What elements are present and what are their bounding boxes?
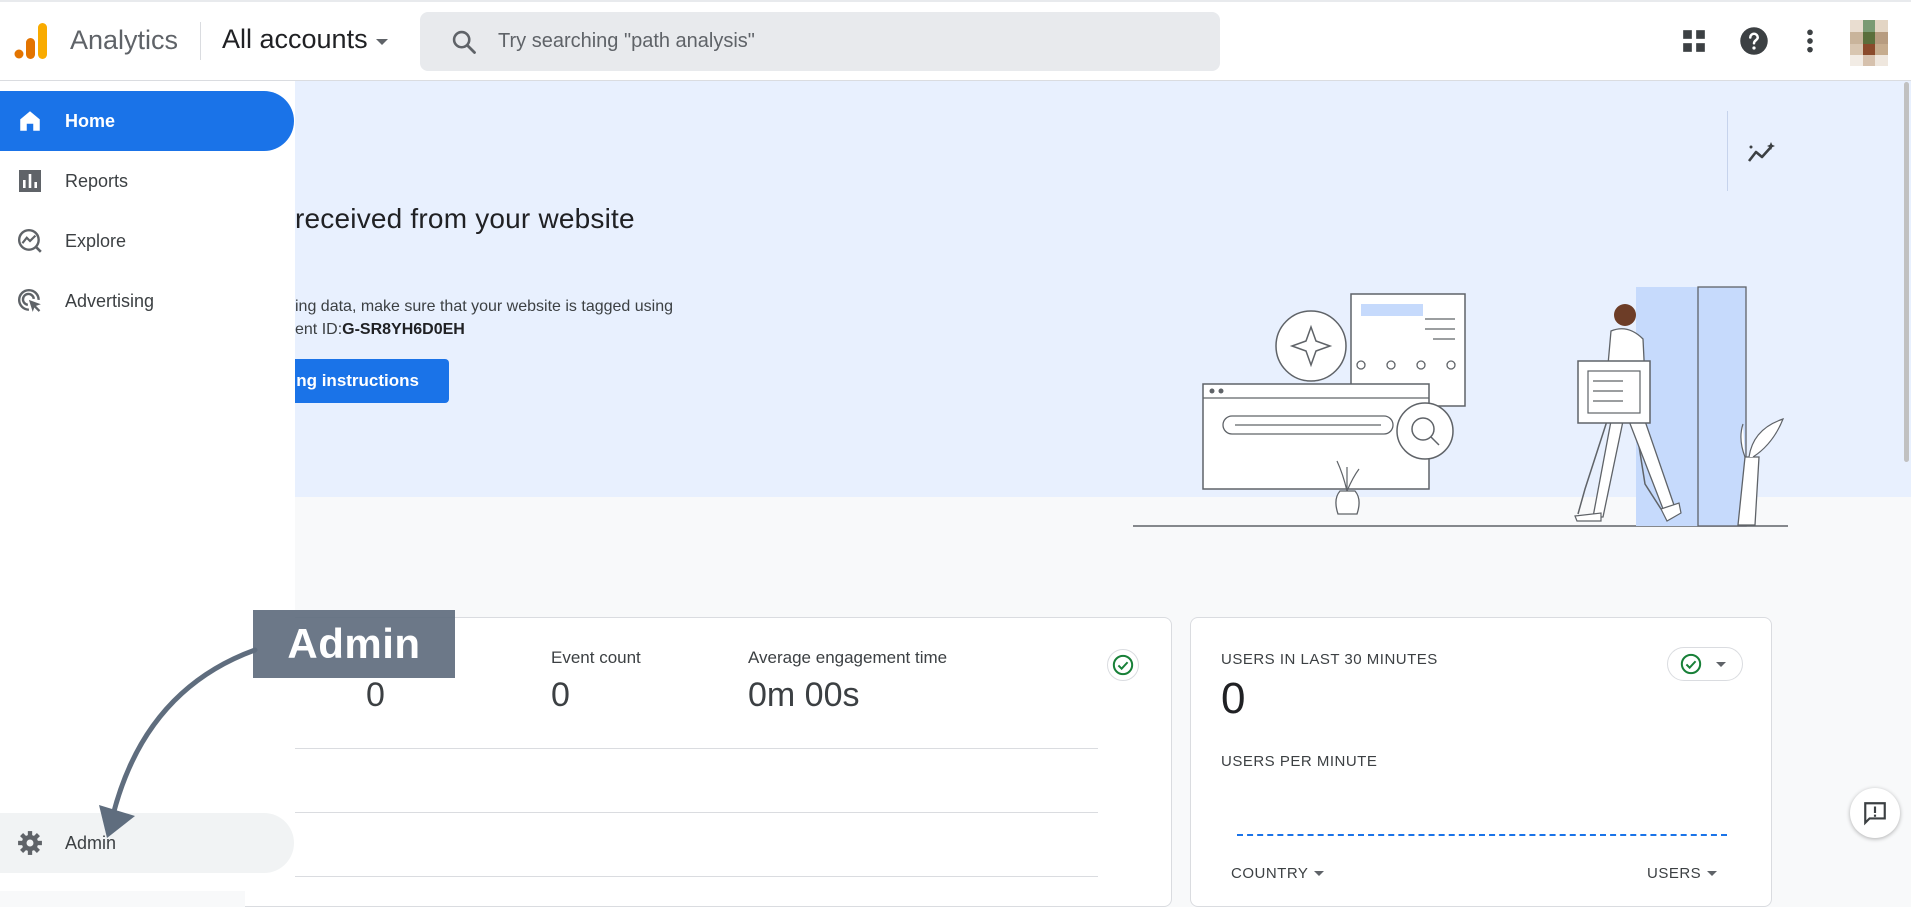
users-per-minute-label: USERS PER MINUTE [1221, 753, 1378, 770]
insights-divider [1727, 111, 1728, 191]
metric-label-engagement-time[interactable]: Average engagement time [748, 648, 947, 668]
sidebar-item-home[interactable]: Home [0, 91, 294, 151]
card-divider [245, 748, 1098, 749]
home-icon [16, 107, 44, 135]
users-per-minute-chart [1237, 834, 1727, 836]
apps-grid-button[interactable] [1675, 22, 1713, 60]
metric-value-users: 0 [366, 676, 385, 714]
status-check-button[interactable] [1107, 649, 1139, 681]
caret-down-icon [1707, 871, 1718, 876]
users-header-label: USERS [1647, 865, 1702, 882]
sidebar-item-reports[interactable]: Reports [0, 151, 294, 211]
realtime-value: 0 [1221, 674, 1246, 723]
measurement-id: G-SR8YH6D0EH [342, 321, 465, 338]
bar-chart-icon [16, 167, 44, 195]
metric-value-engagement-time: 0m 00s [748, 676, 860, 714]
users-column-header[interactable]: USERS [1647, 865, 1718, 882]
analytics-logo-icon[interactable] [14, 23, 48, 59]
admin-callout-label: Admin [253, 610, 455, 678]
explore-icon [16, 227, 44, 255]
banner-illustration [1133, 286, 1788, 527]
setup-banner: received from your website ing data, mak… [295, 81, 1911, 527]
banner-description: ing data, make sure that your website is… [295, 298, 673, 315]
account-selector[interactable]: All accounts [222, 24, 388, 55]
metric-value-event-count: 0 [551, 676, 570, 714]
gear-icon [16, 829, 44, 857]
tagging-instructions-button[interactable]: ng instructions [295, 359, 449, 403]
sidebar-item-label: Explore [65, 230, 127, 251]
scrollbar[interactable] [1904, 82, 1909, 462]
check-circle-icon [1680, 653, 1702, 675]
caret-down-icon [1314, 871, 1325, 876]
top-app-bar: Analytics All accounts [0, 0, 1911, 81]
avatar[interactable] [1850, 20, 1888, 66]
caret-down-icon [375, 38, 388, 45]
banner-title: received from your website [295, 203, 635, 234]
app-name: Analytics [70, 25, 179, 55]
sidebar-item-label: Advertising [65, 290, 155, 311]
realtime-card: USERS IN LAST 30 MINUTES 0 USERS PER MIN… [1190, 617, 1772, 907]
more-vert-icon [1807, 29, 1813, 53]
card-divider [245, 876, 1098, 877]
apps-grid-icon [1683, 30, 1705, 52]
more-options-button[interactable] [1791, 22, 1829, 60]
help-icon [1740, 27, 1768, 55]
card-divider [245, 812, 1098, 813]
help-button[interactable] [1735, 22, 1773, 60]
feedback-button[interactable] [1850, 788, 1900, 838]
banner-measurement-id-line: ent ID:G-SR8YH6D0EH [295, 321, 465, 339]
realtime-title: USERS IN LAST 30 MINUTES [1221, 651, 1438, 668]
check-circle-icon [1112, 654, 1134, 676]
country-header-label: COUNTRY [1231, 865, 1309, 882]
advertising-icon [16, 287, 44, 315]
measurement-id-prefix: ent ID: [295, 321, 343, 338]
sidebar-item-label: Reports [65, 170, 129, 191]
insights-icon [1747, 142, 1775, 162]
top-border [0, 0, 1911, 2]
callout-arrow-icon [99, 647, 258, 838]
search-input[interactable] [496, 29, 1180, 54]
header-divider [200, 22, 201, 60]
country-column-header[interactable]: COUNTRY [1231, 865, 1325, 882]
metric-label-event-count[interactable]: Event count [551, 648, 641, 668]
sidebar-item-advertising[interactable]: Advertising [0, 271, 294, 331]
account-label: All accounts [222, 24, 368, 54]
sidebar-item-explore[interactable]: Explore [0, 211, 294, 271]
feedback-icon [1864, 802, 1886, 826]
search-bar[interactable] [420, 12, 1220, 71]
caret-down-icon [1716, 661, 1726, 667]
sidebar-item-label: Home [65, 110, 116, 131]
realtime-status-dropdown[interactable] [1667, 647, 1743, 681]
insights-button[interactable] [1742, 133, 1782, 173]
search-icon [452, 30, 476, 54]
